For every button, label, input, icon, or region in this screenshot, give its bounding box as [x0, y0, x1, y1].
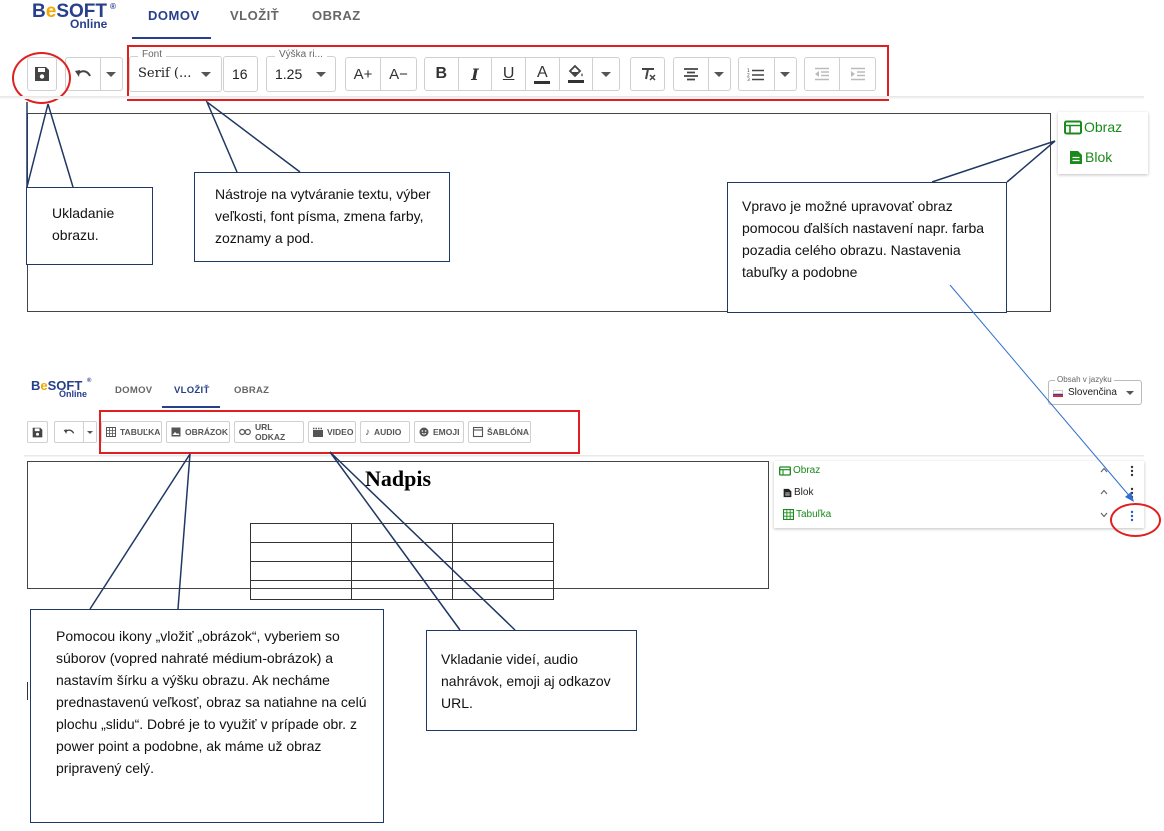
- annotation-connectors: [26, 99, 1134, 631]
- arrow-head: [1125, 492, 1134, 502]
- connector-right-panel: [931, 140, 1056, 183]
- arrow-to-menu: [949, 284, 1133, 500]
- connector-media-insert: [329, 451, 516, 631]
- connector-text-tools: [205, 99, 301, 173]
- connector-image-insert: [89, 453, 191, 610]
- connector-save-b: [26, 103, 49, 188]
- connector-save-c: [47, 103, 74, 188]
